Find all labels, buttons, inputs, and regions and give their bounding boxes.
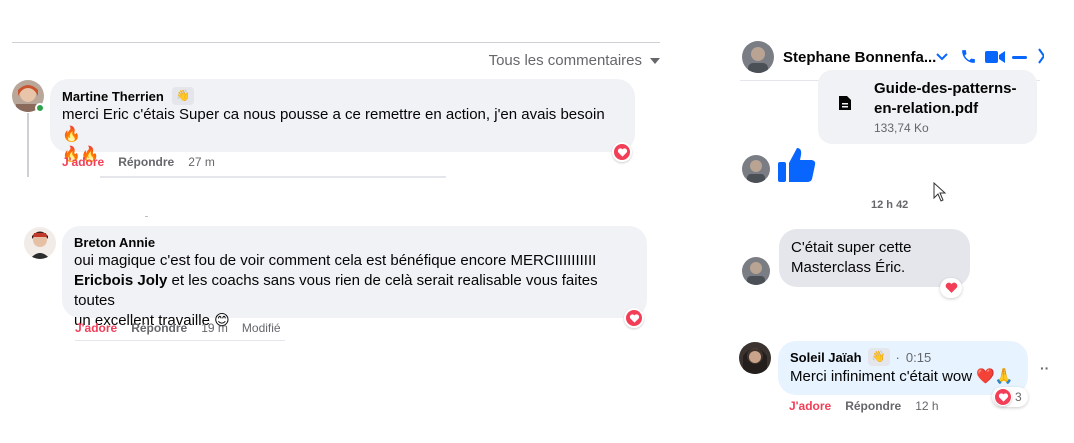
reaction-count: 3	[1015, 390, 1022, 404]
separator-dot	[145, 216, 148, 217]
mouse-cursor-icon	[933, 181, 947, 207]
comment-time[interactable]: 0:15	[906, 349, 931, 366]
online-status-dot	[35, 103, 45, 113]
reply-button[interactable]: Répondre	[845, 399, 901, 413]
thumbs-up-icon[interactable]	[777, 145, 817, 190]
thread-line	[27, 113, 29, 177]
message-bubble[interactable]: C'était super cette Masterclass Éric.	[779, 229, 970, 287]
reply-underline	[75, 340, 285, 341]
reply-button[interactable]: Répondre	[118, 155, 174, 169]
contact-avatar[interactable]	[742, 41, 774, 73]
file-name: Guide-des-patterns- en-relation.pdf	[874, 80, 1017, 117]
love-button[interactable]: J'adore	[75, 321, 117, 335]
comment-actions: J'adore Répondre 12 h	[789, 399, 939, 413]
avatar-breton[interactable]	[24, 227, 56, 259]
contact-name[interactable]: Stephane Bonnenfa...	[783, 49, 936, 66]
message-heart-reaction-icon[interactable]	[940, 278, 962, 298]
comment-time[interactable]: 27 m	[188, 155, 215, 169]
filter-label: Tous les commentaires	[488, 52, 642, 69]
more-options-icon[interactable]: ··	[1040, 360, 1049, 376]
comment-bubble: Breton Annie oui magique c'est fou de vo…	[62, 226, 647, 329]
contact-avatar-small[interactable]	[742, 155, 770, 183]
reaction-count-badge[interactable]: 3	[992, 387, 1028, 407]
comment-bubble: Soleil Jaïah 👋 · 0:15 Merci infiniment c…	[778, 341, 1028, 395]
comment-bubble: Martine Therrien 👋 merci Eric c'étais Su…	[50, 79, 635, 163]
love-reaction-icon	[994, 388, 1012, 406]
comment-author[interactable]: Martine Therrien 👋	[62, 87, 623, 105]
file-size: 133,74 Ko	[874, 121, 929, 135]
comment-filter-dropdown[interactable]: Tous les commentaires	[489, 52, 660, 69]
top-divider	[12, 42, 660, 43]
close-icon[interactable]	[1038, 48, 1044, 64]
reply-button[interactable]: Répondre	[131, 321, 187, 335]
comment-actions: J'adore Répondre 19 m Modifié	[75, 321, 281, 335]
avatar-soleil[interactable]	[739, 342, 771, 374]
comment-text-line: merci Eric c'étais Super ca nous pousse …	[62, 106, 605, 143]
caret-down-icon	[650, 57, 660, 64]
comment-author[interactable]: Breton Annie	[74, 234, 635, 251]
comment-time[interactable]: 19 m	[201, 321, 228, 335]
comment-author[interactable]: Soleil Jaïah 👋 · 0:15	[790, 348, 1016, 366]
comment-text-line: Ericbois Joly et les coachs sans vous ri…	[74, 272, 598, 309]
comment-actions: J'adore Répondre 27 m	[62, 155, 215, 169]
top-fan-badge-icon: 👋	[867, 348, 890, 366]
message-timestamp: 12 h 42	[871, 199, 909, 211]
edited-label[interactable]: Modifié	[242, 321, 281, 335]
minimize-icon[interactable]	[1012, 56, 1027, 59]
comment-text: Merci infiniment c'était wow ❤️🙏	[790, 368, 1014, 385]
mention-link[interactable]: Ericbois Joly	[74, 272, 167, 289]
love-button[interactable]: J'adore	[789, 399, 831, 413]
thread-line-branch	[100, 176, 446, 178]
contact-avatar-small[interactable]	[742, 257, 770, 285]
love-reaction-icon[interactable]	[624, 308, 644, 328]
top-fan-badge-icon: 👋	[171, 87, 194, 105]
comment-age[interactable]: 12 h	[915, 399, 938, 413]
phone-call-icon[interactable]	[960, 48, 977, 65]
file-icon	[838, 95, 852, 116]
comment-text-line: oui magique c'est fou de voir comment ce…	[74, 252, 597, 269]
love-reaction-icon[interactable]	[612, 142, 632, 162]
chevron-down-icon[interactable]	[936, 52, 948, 62]
video-call-icon[interactable]	[985, 50, 1005, 64]
love-button[interactable]: J'adore	[62, 155, 104, 169]
